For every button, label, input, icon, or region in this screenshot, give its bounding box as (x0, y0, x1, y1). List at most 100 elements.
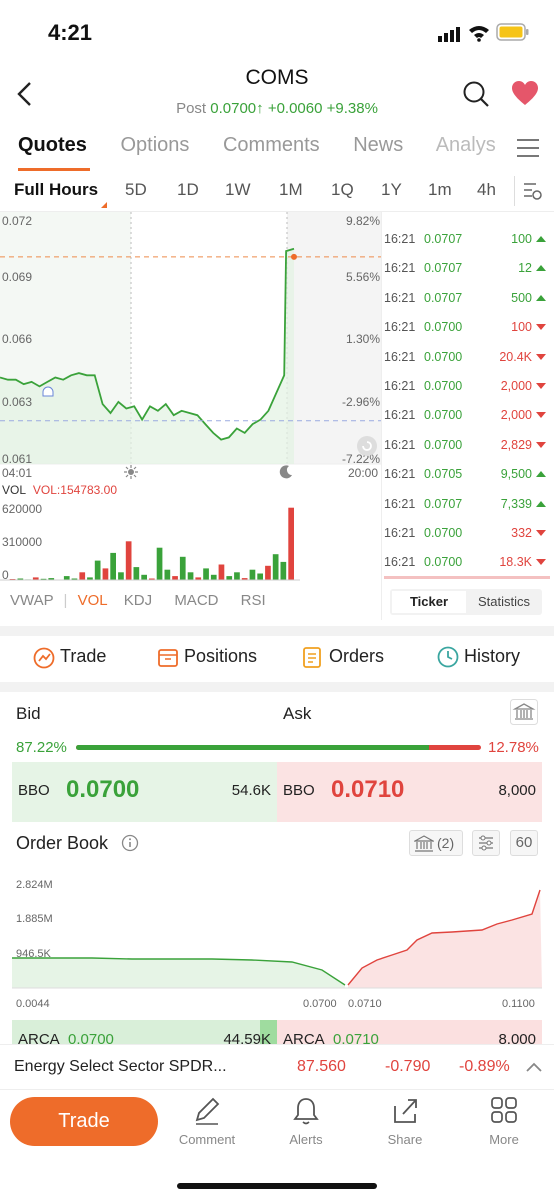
range-1d[interactable]: 1D (177, 180, 199, 200)
nav-comment[interactable]: Comment (167, 1132, 247, 1147)
ticker-volume: 20.4K (499, 349, 532, 364)
tab-quotes[interactable]: Quotes (18, 134, 87, 156)
y-label: 0.069 (2, 270, 33, 284)
action-bar: Trade Positions Orders History (0, 640, 554, 680)
ticker-divider (381, 212, 382, 620)
volume-chart[interactable] (0, 498, 300, 582)
action-trade[interactable]: Trade (60, 646, 106, 667)
depth-button[interactable]: 60 (510, 830, 538, 856)
indicator-kdj[interactable]: KDJ (124, 592, 152, 609)
depth-x-label: 0.0710 (348, 998, 382, 1010)
ticker-volume: 2,000 (500, 408, 532, 423)
ticker-volume: 12 (518, 261, 532, 276)
comment-icon[interactable] (193, 1096, 221, 1131)
ticker-time: 16:21 (384, 290, 416, 305)
indicator-macd[interactable]: MACD (174, 592, 218, 609)
depth-y-label: 946.5K (16, 948, 51, 960)
indicator-divider: | (63, 592, 68, 609)
moon-icon (279, 465, 293, 484)
volume-bar (257, 573, 263, 580)
range-full-hours[interactable]: Full Hours (14, 180, 98, 200)
orderbook-settings-icon[interactable] (472, 830, 500, 856)
book-bid-row: ARCA 0.0700 44.59K (12, 1020, 277, 1048)
trade-button[interactable]: Trade (10, 1097, 158, 1146)
depth-x-label: 0.0044 (16, 998, 50, 1010)
nav-share[interactable]: Share (365, 1132, 445, 1147)
action-orders[interactable]: Orders (329, 646, 384, 667)
indicator-vol[interactable]: VOL (78, 592, 108, 609)
home-indicator (177, 1183, 377, 1189)
favorite-heart-icon[interactable] (511, 80, 539, 111)
menu-icon[interactable] (516, 138, 540, 163)
range-1y[interactable]: 1Y (381, 180, 402, 200)
ask-percent: 12.78% (488, 739, 539, 756)
chart-settings-icon[interactable] (522, 180, 544, 207)
ticker-time: 16:21 (384, 437, 416, 452)
positions-icon (157, 647, 179, 674)
bid-bbo-box: BBO 0.0700 54.6K (12, 762, 277, 822)
volume-bar (133, 567, 140, 580)
volume-bar (234, 572, 240, 580)
orders-icon (301, 645, 323, 674)
search-icon[interactable] (462, 80, 490, 113)
ticker-volume: 500 (511, 290, 532, 305)
depth-chart[interactable] (12, 880, 542, 992)
ticker-volume: 9,500 (500, 467, 532, 482)
ticker-volume: 18.3K (499, 555, 532, 570)
pct-label: 9.82% (345, 214, 380, 228)
indicator-rsi[interactable]: RSI (241, 592, 266, 609)
triangle-down-icon (536, 412, 546, 419)
volume-bar (218, 564, 225, 580)
share-icon[interactable] (391, 1096, 421, 1131)
tab-statistics[interactable]: Statistics (468, 591, 540, 613)
depth-x-label: 0.1100 (502, 998, 535, 1010)
time-end: 20:00 (348, 466, 379, 480)
chevron-up-icon[interactable] (525, 1061, 543, 1073)
volume-header: VOL VOL:154783.00 (2, 483, 117, 497)
tab-analysis[interactable]: Analys (436, 134, 496, 156)
alerts-icon[interactable] (292, 1096, 320, 1131)
pct-label: 5.56% (345, 270, 380, 284)
range-1w[interactable]: 1W (225, 180, 251, 200)
action-history[interactable]: History (464, 646, 520, 667)
active-tab-underline (18, 168, 90, 171)
ticker-volume: 332 (511, 526, 532, 540)
bank-icon[interactable] (510, 699, 538, 730)
chart-y-axis-labels: 0.072 0.069 0.066 0.063 0.061 9.82% 5.56… (0, 212, 382, 472)
exchange-count: (2) (437, 835, 455, 851)
triangle-up-icon (536, 500, 546, 507)
ticker-price: 0.0705 (424, 467, 463, 482)
ticker-time: 16:21 (384, 555, 416, 570)
ask-bbo-size: 8,000 (498, 782, 536, 799)
nav-alerts[interactable]: Alerts (266, 1132, 346, 1147)
tab-comments[interactable]: Comments (223, 134, 320, 156)
action-positions[interactable]: Positions (184, 646, 257, 667)
etf-ticker-bar[interactable]: Energy Select Sector SPDR... 87.560 -0.7… (0, 1044, 554, 1090)
time-range-bar: Full Hours 5D 1D 1W 1M 1Q 1Y 1m 4h (0, 176, 554, 212)
volume-bar (249, 569, 256, 580)
bid-label: Bid (16, 704, 41, 723)
tab-news[interactable]: News (353, 134, 403, 156)
tab-ticker[interactable]: Ticker (392, 591, 466, 613)
bid-percent: 87.22% (16, 739, 67, 756)
tab-options[interactable]: Options (120, 134, 189, 156)
ticker-price: 0.0700 (424, 379, 463, 393)
range-1m-minute[interactable]: 1m (428, 180, 452, 200)
trade-icon (33, 647, 55, 674)
range-corner-marker (101, 202, 107, 208)
chart-reset-icon[interactable] (356, 435, 378, 462)
ticker-price: 0.0707 (424, 290, 463, 305)
nav-more[interactable]: More (464, 1132, 544, 1147)
exchange-filter-button[interactable]: (2) (409, 830, 463, 856)
volume-bar (125, 541, 132, 580)
volume-bar (288, 507, 294, 580)
range-4h[interactable]: 4h (477, 180, 496, 200)
range-1q[interactable]: 1Q (331, 180, 354, 200)
info-icon[interactable] (121, 834, 139, 857)
range-5d[interactable]: 5D (125, 180, 147, 200)
indicator-vwap[interactable]: VWAP (10, 592, 53, 609)
range-1m-month[interactable]: 1M (279, 180, 303, 200)
order-book-title: Order Book (16, 833, 109, 853)
bid-bbo-price: 0.0700 (66, 776, 140, 803)
more-grid-icon[interactable] (490, 1096, 518, 1129)
